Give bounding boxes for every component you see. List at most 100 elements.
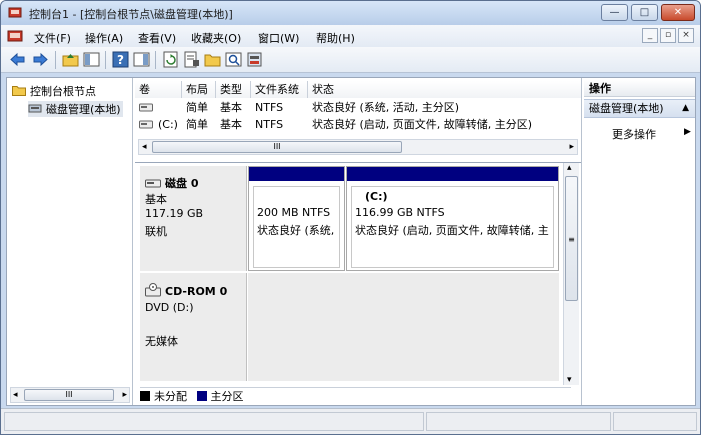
actions-section-disk-management[interactable]: 磁盘管理(本地) ▲	[584, 99, 695, 118]
tree-scroll-thumb[interactable]: III	[24, 389, 114, 401]
folder-icon	[12, 86, 26, 96]
disk-0-status: 联机	[145, 225, 167, 238]
legend-primary-label: 主分区	[210, 390, 244, 403]
volume-layout: 简单	[186, 101, 208, 114]
disk-settings-icon[interactable]	[246, 51, 263, 68]
disk-0-name: 磁盘 0	[165, 177, 199, 190]
menu-bar: 文件(F) 操作(A) 查看(V) 收藏夹(O) 窗口(W) 帮助(H) _ ▫…	[1, 25, 700, 47]
status-segment	[426, 412, 611, 431]
actions-section-label: 磁盘管理(本地)	[589, 102, 664, 115]
partition-system-reserved[interactable]: 200 MB NTFS 状态良好 (系统,	[248, 166, 345, 271]
submenu-arrow-icon: ▶	[684, 127, 691, 137]
menu-help[interactable]: 帮助(H)	[316, 30, 355, 46]
volume-drive-icon	[139, 120, 153, 129]
volume-list-horizontal-scrollbar[interactable]: ◂ III ▸	[138, 139, 578, 155]
volume-list-scroll-thumb[interactable]: III	[152, 141, 402, 153]
disk-0-type: 基本	[145, 193, 167, 206]
partition-c-drive[interactable]: (C:) 116.99 GB NTFS 状态良好 (启动, 页面文件, 故障转储…	[346, 166, 559, 271]
primary-partition-bar	[249, 167, 344, 181]
volume-status: 状态良好 (系统, 活动, 主分区)	[312, 101, 460, 114]
partition-size-fs: 116.99 GB NTFS	[355, 206, 445, 219]
hard-disk-icon	[145, 179, 161, 188]
column-type[interactable]: 类型	[216, 81, 251, 98]
volume-type: 基本	[220, 101, 242, 114]
legend: 未分配 主分区	[140, 387, 571, 404]
tree-item-root[interactable]: 控制台根节点	[12, 83, 96, 99]
column-status[interactable]: 状态	[308, 81, 581, 98]
primary-partition-bar	[347, 167, 558, 181]
show-action-pane-icon[interactable]	[133, 51, 150, 68]
scroll-left-arrow-icon[interactable]: ◂	[142, 140, 147, 154]
cdrom-0-type: DVD (D:)	[145, 301, 194, 314]
partition-size-fs: 200 MB NTFS	[257, 206, 331, 219]
disk-graphical-view: 磁盘 0 基本 117.19 GB 联机 200 MB NTFS 状态良好 (系…	[135, 162, 581, 405]
partition-title: (C:)	[365, 190, 388, 203]
show-hide-tree-icon[interactable]	[83, 51, 100, 68]
status-segment	[613, 412, 697, 431]
partition-status: 状态良好 (系统,	[257, 224, 335, 237]
volume-filesystem: NTFS	[255, 118, 284, 131]
forward-arrow-icon[interactable]	[32, 51, 49, 68]
disk-0-label[interactable]: 磁盘 0 基本 117.19 GB 联机	[140, 166, 247, 271]
scroll-left-arrow-icon[interactable]: ◂	[13, 388, 18, 402]
title-bar[interactable]: 控制台1 - [控制台根节点\磁盘管理(本地)] — □ ✕	[1, 1, 700, 25]
scroll-right-arrow-icon[interactable]: ▸	[569, 140, 574, 154]
search-icon[interactable]	[225, 51, 242, 68]
column-volume[interactable]: 卷	[135, 81, 182, 98]
scroll-down-arrow-icon[interactable]: ▾	[567, 375, 572, 385]
volume-row[interactable]: 简单 基本 NTFS 状态良好 (系统, 活动, 主分区)	[135, 99, 581, 116]
cdrom-0-name: CD-ROM 0	[165, 285, 228, 298]
status-bar	[1, 408, 700, 434]
menu-file[interactable]: 文件(F)	[34, 30, 71, 46]
column-filesystem[interactable]: 文件系统	[251, 81, 308, 98]
more-actions-label: 更多操作	[612, 128, 656, 141]
console-menu-icon[interactable]	[7, 29, 23, 43]
svg-text:?: ?	[117, 53, 124, 67]
toolbar-separator	[55, 51, 56, 69]
menu-favorites[interactable]: 收藏夹(O)	[191, 30, 241, 46]
back-arrow-icon[interactable]	[9, 51, 26, 68]
toolbar-separator	[105, 51, 106, 69]
mdi-close-button[interactable]: ×	[678, 28, 694, 43]
scroll-right-arrow-icon[interactable]: ▸	[122, 388, 127, 402]
up-folder-icon[interactable]	[62, 51, 79, 68]
more-actions-link[interactable]: 更多操作	[612, 126, 656, 142]
window-title: 控制台1 - [控制台根节点\磁盘管理(本地)]	[29, 8, 233, 21]
close-button[interactable]: ✕	[661, 4, 695, 21]
mdi-minimize-button[interactable]: _	[642, 28, 658, 43]
cdrom-0-empty-area	[248, 273, 559, 381]
collapse-arrow-icon[interactable]: ▲	[682, 100, 689, 117]
scroll-up-arrow-icon[interactable]: ▴	[567, 163, 572, 173]
mdi-restore-button[interactable]: ▫	[660, 28, 676, 43]
cdrom-0-media: 无媒体	[145, 335, 178, 348]
toolbar: ?	[1, 47, 700, 73]
menu-action[interactable]: 操作(A)	[85, 30, 123, 46]
cdrom-0-label[interactable]: CD-ROM 0 DVD (D:) 无媒体	[140, 273, 247, 381]
actions-pane: 操作 磁盘管理(本地) ▲ 更多操作 ▶	[584, 78, 695, 405]
minimize-button[interactable]: —	[601, 4, 628, 21]
tree-horizontal-scrollbar[interactable]: ◂ III ▸	[10, 387, 130, 403]
column-layout[interactable]: 布局	[182, 81, 216, 98]
volume-row[interactable]: (C:) 简单 基本 NTFS 状态良好 (启动, 页面文件, 故障转储, 主分…	[135, 116, 581, 133]
disk-view-vertical-scrollbar[interactable]: ▴ ≡ ▾	[563, 163, 579, 385]
maximize-button[interactable]: □	[631, 4, 658, 21]
tree-item-disk-management[interactable]: 磁盘管理(本地)	[28, 101, 123, 117]
refresh-icon[interactable]	[162, 51, 179, 68]
help-icon[interactable]: ?	[112, 51, 129, 68]
partition-body: 200 MB NTFS 状态良好 (系统,	[253, 186, 340, 268]
legend-primary-swatch	[196, 391, 207, 401]
menu-window[interactable]: 窗口(W)	[258, 30, 299, 46]
volume-status: 状态良好 (启动, 页面文件, 故障转储, 主分区)	[312, 118, 533, 131]
console-app-icon	[8, 7, 22, 18]
disk-management-icon	[28, 104, 42, 113]
properties-icon[interactable]	[183, 51, 200, 68]
volume-name: (C:)	[158, 118, 178, 131]
legend-unallocated-swatch	[140, 391, 150, 401]
partition-body: (C:) 116.99 GB NTFS 状态良好 (启动, 页面文件, 故障转储…	[351, 186, 554, 268]
legend-unallocated-label: 未分配	[154, 390, 187, 403]
status-segment	[4, 412, 424, 431]
open-folder-icon[interactable]	[204, 51, 221, 68]
disk-view-scroll-thumb[interactable]: ≡	[565, 176, 578, 301]
console-tree-pane: 控制台根节点 磁盘管理(本地) ◂ III ▸	[7, 78, 133, 405]
menu-view[interactable]: 查看(V)	[138, 30, 176, 46]
